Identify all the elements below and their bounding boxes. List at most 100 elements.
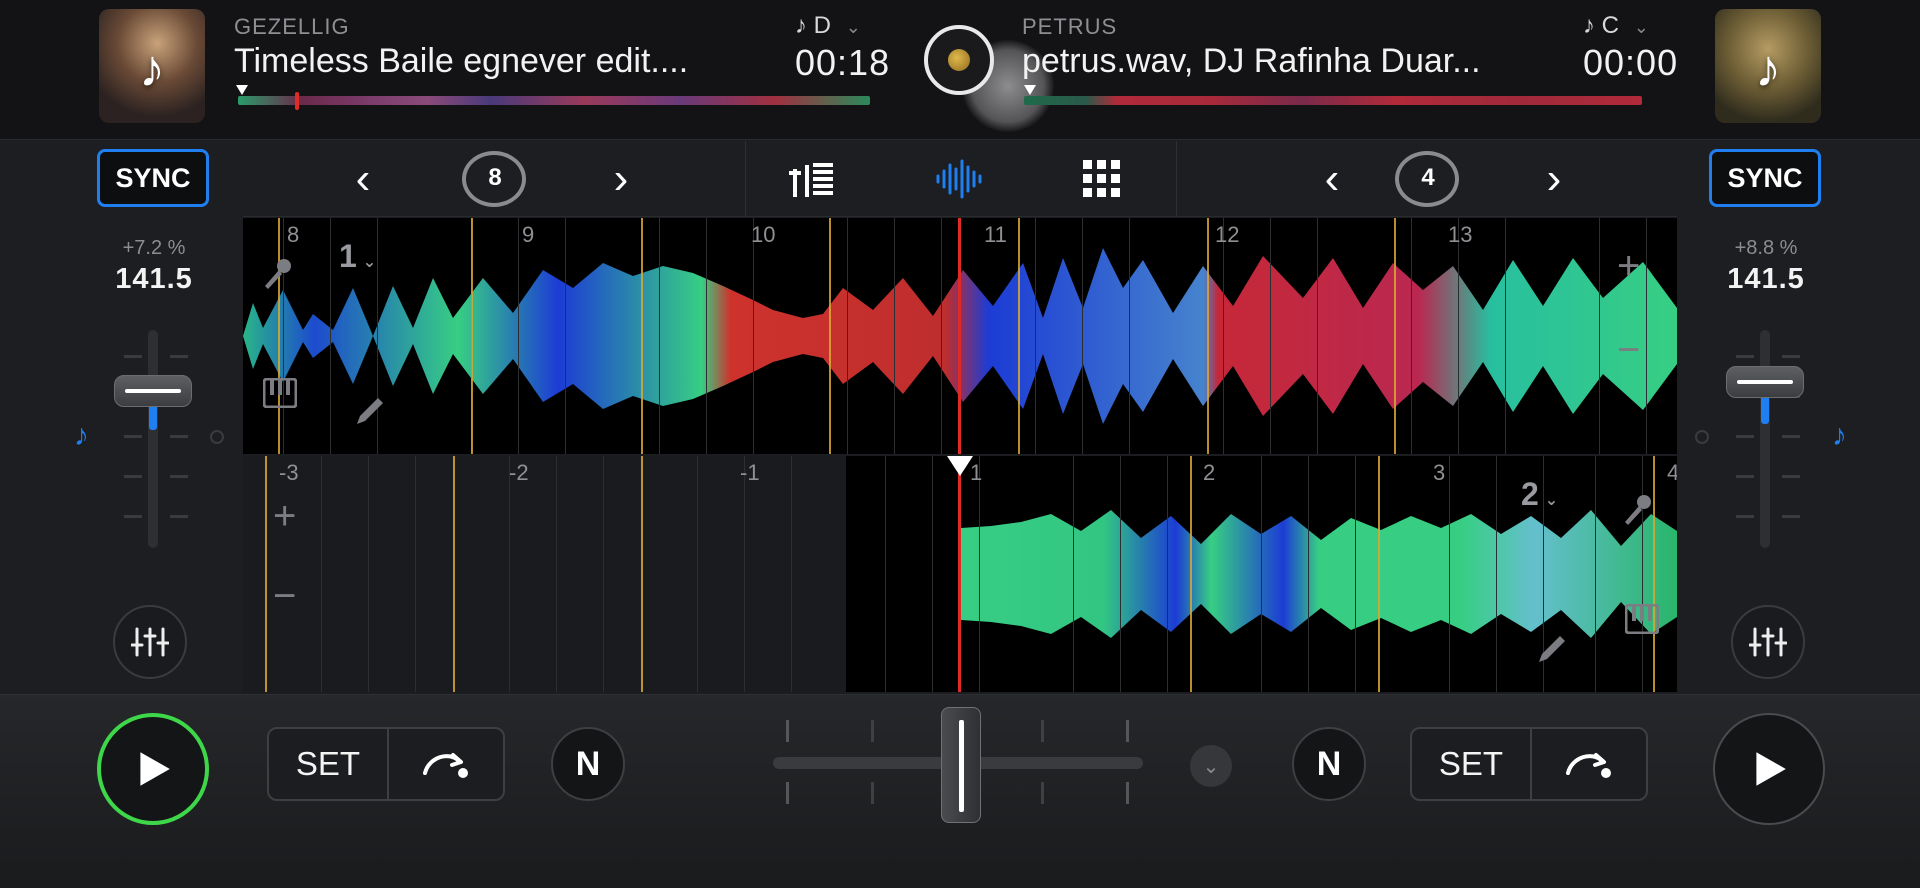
deck-right-side-panel: SYNC +8.8 % 141.5 ♪ <box>1678 141 1920 694</box>
deck-right-key[interactable]: ♪ C ⌄ <box>1583 12 1649 40</box>
zoom-out-icon[interactable]: − <box>273 574 296 619</box>
deck-left-key[interactable]: ♪ D ⌄ <box>795 12 861 40</box>
bar-number: 8 <box>287 222 300 247</box>
zoom-out-icon[interactable]: − <box>1617 328 1640 373</box>
deck-left-neural-mix-button[interactable]: N <box>551 727 625 801</box>
deck-right-neural-mix-button[interactable]: N <box>1292 727 1366 801</box>
deck-left-cue-selector[interactable]: 1 ⌄ <box>339 238 376 275</box>
top-bar: ♪ GEZELLIG Timeless Baile egnever edit..… <box>0 0 1920 140</box>
deck-right-playhead <box>958 456 961 692</box>
deck-right-play-button[interactable] <box>1713 713 1825 825</box>
deck-left-cue-number: 1 <box>339 238 357 274</box>
deck-left-loop-prev-button[interactable]: ‹ <box>328 149 398 209</box>
zoom-in-icon[interactable]: + <box>273 494 296 539</box>
piano-icon[interactable] <box>1624 603 1660 643</box>
chevron-down-icon: ⌄ <box>1633 17 1649 37</box>
deck-right-time: 00:00 <box>1583 42 1679 83</box>
deck-right-set-button[interactable]: SET <box>1412 729 1530 799</box>
bar-number: 2 <box>1203 460 1216 485</box>
waveform-toolbar: ‹ 8 › ‹ 4 › <box>243 141 1677 217</box>
deck-right-key-lock-icon[interactable]: ♪ <box>1832 419 1847 453</box>
deck-left-jump-to-cue-button[interactable] <box>389 729 503 799</box>
sliders-icon <box>1749 627 1787 657</box>
deck-right-jump-to-cue-button[interactable] <box>1532 729 1646 799</box>
deck-right-eq-button[interactable] <box>1731 605 1805 679</box>
crossfader-options-button[interactable]: ⌄ <box>1190 745 1232 787</box>
deck-left-overview-waveform[interactable] <box>236 85 870 110</box>
pencil-icon[interactable] <box>353 394 387 437</box>
piano-icon[interactable] <box>262 377 298 417</box>
deck-left-key-lock-icon[interactable]: ♪ <box>74 419 89 453</box>
crossfader-handle[interactable] <box>941 707 981 823</box>
deck-right-key-value: C <box>1601 12 1620 39</box>
deck-right-overview-waveform[interactable] <box>1024 85 1642 108</box>
deck-left-pitch-fader-track[interactable] <box>148 330 158 548</box>
bar-number: 10 <box>751 222 776 247</box>
waveform-icon <box>936 159 982 199</box>
deck-left-pitch: +7.2 % <box>122 237 186 259</box>
deck-right-cue-marker <box>1024 85 1036 95</box>
deck-left-label: GEZELLIG <box>234 14 350 39</box>
deck-right-pitch-reset-dot[interactable] <box>1695 430 1709 444</box>
deck-left-bpm[interactable]: 141.5 <box>94 263 214 296</box>
chevron-down-icon: ⌄ <box>362 254 377 271</box>
grid-icon <box>1083 160 1120 197</box>
deck-left-pitch-reset-dot[interactable] <box>210 430 224 444</box>
microphone-icon[interactable] <box>1621 492 1655 535</box>
bar-number: -3 <box>279 460 299 485</box>
neural-mix-icon: N <box>1316 744 1342 783</box>
deck-right-loop-size: 4 <box>1421 164 1435 191</box>
center-deck-knob[interactable] <box>924 25 994 95</box>
pads-view-button[interactable] <box>1067 149 1137 209</box>
chevron-down-icon: ⌄ <box>845 17 861 37</box>
deck-right-cue-selector[interactable]: 2 ⌄ <box>1521 476 1558 513</box>
deck-left-album-art[interactable]: ♪ <box>99 9 205 123</box>
jump-arrow-icon <box>423 753 468 778</box>
deck-right-sync-button[interactable]: SYNC <box>1709 149 1821 207</box>
deck-right-bpm[interactable]: 141.5 <box>1706 263 1826 296</box>
deck-right-loop-prev-button[interactable]: ‹ <box>1297 149 1367 209</box>
deck-right-pitch-fader-track[interactable] <box>1760 330 1770 548</box>
pencil-icon[interactable] <box>1535 632 1569 675</box>
deck-right-label: PETRUS <box>1022 14 1118 39</box>
deck-right-waveform[interactable]: -3 -2 -1 1 2 3 4 + − 2 ⌄ <box>243 456 1677 692</box>
key-note-icon: ♪ <box>1583 12 1595 39</box>
deck-left-track-title[interactable]: Timeless Baile egnever edit.... <box>234 42 688 81</box>
mixer-view-button[interactable] <box>778 149 848 209</box>
deck-right-pitch: +8.8 % <box>1734 237 1798 259</box>
key-note-icon: ♪ <box>795 12 807 39</box>
deck-left-pitch-fader-handle[interactable] <box>114 375 192 407</box>
jump-arrow-icon <box>1566 753 1611 778</box>
deck-left-waveform[interactable]: 8 9 10 11 12 13 1 ⌄ + − <box>243 218 1677 454</box>
waveform-view-button[interactable] <box>925 149 995 209</box>
bar-number: 13 <box>1448 222 1473 247</box>
deck-left-key-value: D <box>813 12 832 39</box>
zoom-in-icon[interactable]: + <box>1617 244 1640 289</box>
bar-number: 9 <box>522 222 535 247</box>
music-note-icon: ♪ <box>139 40 165 98</box>
deck-left-sync-button[interactable]: SYNC <box>97 149 209 207</box>
chevron-down-icon: ⌄ <box>1202 755 1220 778</box>
chevron-down-icon: ⌄ <box>1544 492 1559 509</box>
play-icon <box>1756 752 1786 786</box>
deck-left-loop-button[interactable]: 8 <box>460 149 530 209</box>
bar-number: 12 <box>1215 222 1240 247</box>
bar-number: -1 <box>740 460 760 485</box>
deck-left-play-button[interactable] <box>97 713 209 825</box>
deck-left-side-panel: SYNC +7.2 % 141.5 ♪ <box>0 141 242 694</box>
deck-right-playhead-marker <box>947 456 973 476</box>
deck-right-album-art[interactable]: ♪ <box>1715 9 1821 123</box>
microphone-icon[interactable] <box>261 256 295 299</box>
mixer-icon <box>789 163 833 197</box>
deck-left-time: 00:18 <box>795 42 891 83</box>
deck-left-cue-marker <box>236 85 248 95</box>
deck-right-pitch-fader-handle[interactable] <box>1726 366 1804 398</box>
deck-left-loop-next-button[interactable]: › <box>586 149 656 209</box>
deck-right-loop-button[interactable]: 4 <box>1393 149 1463 209</box>
deck-left-set-button[interactable]: SET <box>269 729 387 799</box>
deck-left-eq-button[interactable] <box>113 605 187 679</box>
deck-right-track-title[interactable]: petrus.wav, DJ Rafinha Duar... <box>1022 42 1481 81</box>
deck-right-loop-next-button[interactable]: › <box>1519 149 1589 209</box>
bar-number: 11 <box>984 222 1007 247</box>
bar-number: 3 <box>1433 460 1446 485</box>
